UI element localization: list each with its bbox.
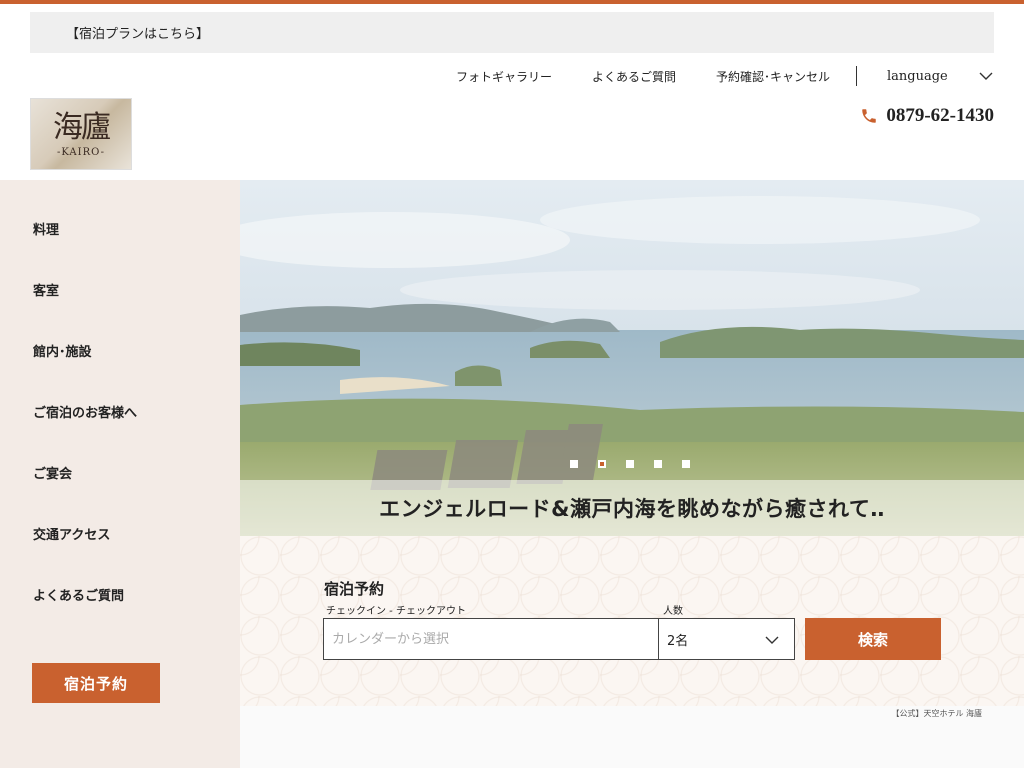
sidebar-menu: 料理 客室 館内･施設 ご宿泊のお客様へ ご宴会 交通アクセス よくあるご質問 (33, 222, 137, 649)
date-range-input[interactable] (323, 618, 659, 660)
sidebar-item-faq[interactable]: よくあるご質問 (33, 588, 137, 649)
language-selector[interactable]: language (856, 66, 994, 86)
sidebar: 料理 客室 館内･施設 ご宿泊のお客様へ ご宴会 交通アクセス よくあるご質問 … (0, 180, 240, 768)
people-value: 2名 (667, 633, 689, 649)
nav-photo-gallery[interactable]: フォトギャラリー (456, 68, 552, 85)
top-navigation: フォトギャラリー よくあるご質問 予約確認･キャンセル language (456, 62, 994, 90)
plan-banner-text: 【宿泊プランはこちら】 (66, 27, 210, 42)
sidebar-item-guest-info[interactable]: ご宿泊のお客様へ (33, 405, 137, 466)
logo-roman: -KAIRO- (56, 146, 106, 158)
slide-dot-2[interactable] (598, 460, 606, 468)
top-accent-bar (0, 0, 1024, 4)
slide-indicators (570, 460, 710, 468)
phone-icon (862, 109, 877, 123)
chevron-down-icon (765, 636, 779, 644)
sidebar-reserve-button[interactable]: 宿泊予約 (32, 663, 160, 703)
booking-title: 宿泊予約 (324, 580, 385, 598)
phone-contact[interactable]: 0879-62-1430 (860, 104, 994, 128)
footer-credit: 【公式】天空ホテル 海廬 (891, 709, 982, 718)
slide-dot-4[interactable] (654, 460, 662, 468)
nav-faq[interactable]: よくあるご質問 (592, 68, 676, 85)
slide-dot-5[interactable] (682, 460, 690, 468)
sidebar-item-facilities[interactable]: 館内･施設 (33, 344, 137, 405)
sidebar-item-banquet[interactable]: ご宴会 (33, 466, 137, 527)
site-logo[interactable]: 海廬 -KAIRO- (30, 98, 132, 170)
chevron-down-icon (979, 72, 993, 80)
sidebar-item-rooms[interactable]: 客室 (33, 283, 137, 344)
people-label: 人数 (663, 606, 683, 617)
sidebar-item-cuisine[interactable]: 料理 (33, 222, 137, 283)
people-select[interactable]: 2名 (658, 618, 795, 660)
language-label: language (887, 68, 948, 84)
slide-dot-1[interactable] (570, 460, 578, 468)
phone-number: 0879-62-1430 (886, 105, 994, 126)
slide-dot-3[interactable] (626, 460, 634, 468)
logo-kanji: 海廬 (53, 109, 111, 145)
nav-reservation-check[interactable]: 予約確認･キャンセル (716, 68, 830, 85)
sidebar-item-access[interactable]: 交通アクセス (33, 527, 137, 588)
hero-caption: エンジェルロード&瀬戸内海を眺めながら癒されて‥ (379, 497, 885, 521)
dates-label: チェックイン - チェックアウト (326, 606, 466, 617)
plan-banner-link[interactable]: 【宿泊プランはこちら】 (30, 12, 994, 53)
footer-area: 【公式】天空ホテル 海廬 (240, 706, 1024, 768)
hero-caption-band: エンジェルロード&瀬戸内海を眺めながら癒されて‥ (240, 480, 1024, 536)
booking-form: 宿泊予約 チェックイン - チェックアウト 人数 2名 検索 (240, 536, 1024, 706)
search-button[interactable]: 検索 (805, 618, 941, 660)
hero-slideshow: エンジェルロード&瀬戸内海を眺めながら癒されて‥ (240, 180, 1024, 536)
